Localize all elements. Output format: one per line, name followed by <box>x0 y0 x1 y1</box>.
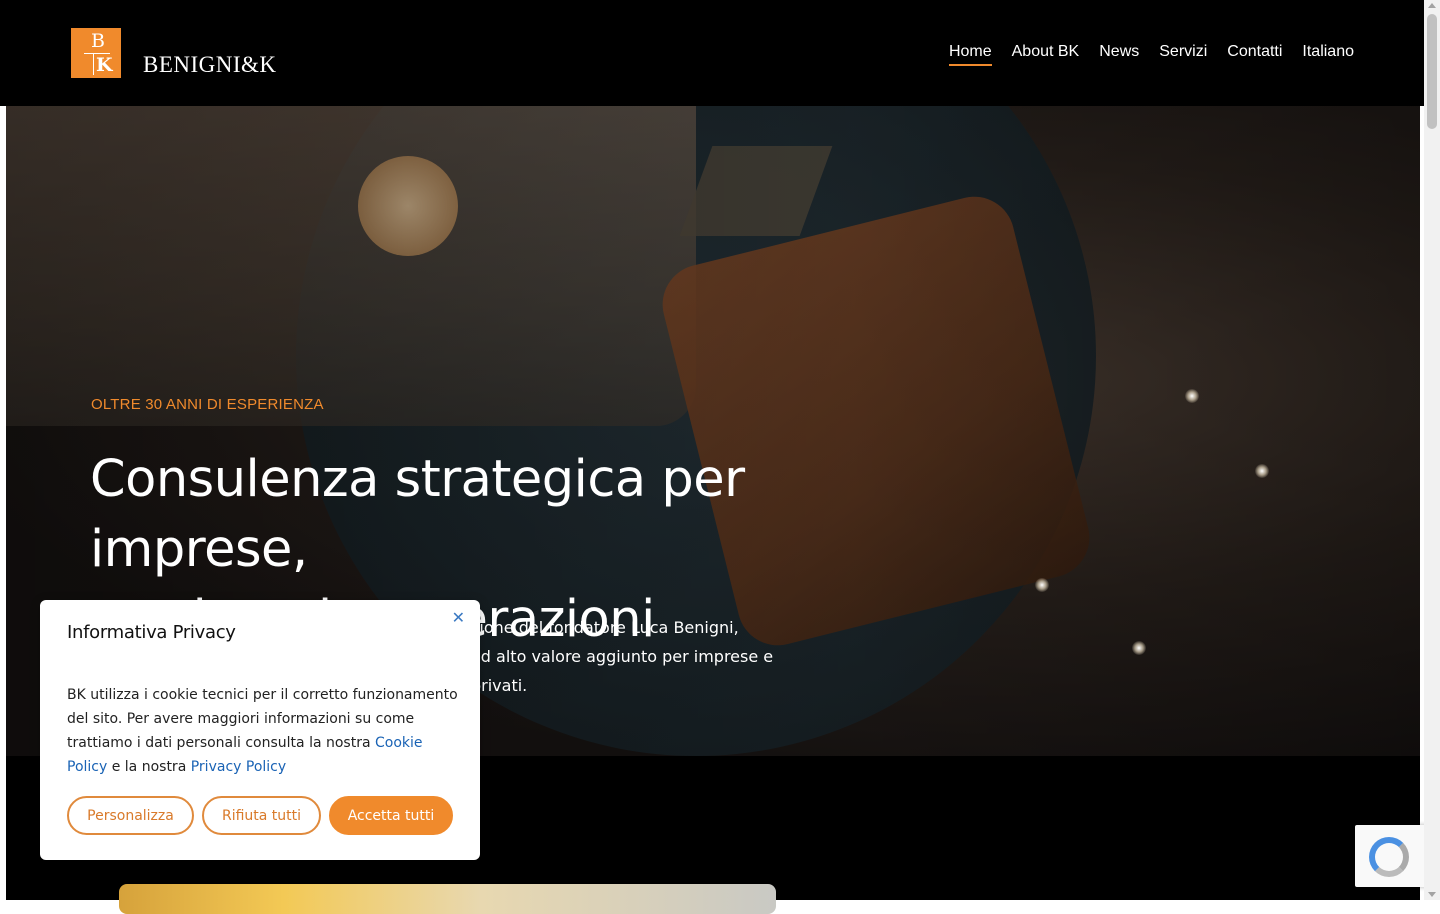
cookie-text: BK utilizza i cookie tecnici per il corr… <box>67 683 459 779</box>
scroll-thumb[interactable] <box>1427 14 1437 129</box>
hero-title-line-1: Consulenza strategica per imprese, <box>90 450 745 579</box>
scroll-up-icon[interactable] <box>1428 3 1436 8</box>
brand-logo[interactable]: B K BENIGNI&K <box>71 28 277 78</box>
page-scrollbar[interactable] <box>1424 0 1440 900</box>
cookie-title: Informativa Privacy <box>67 622 236 643</box>
recaptcha-icon <box>1369 837 1409 877</box>
nav-item-about[interactable]: About BK <box>1012 43 1080 66</box>
cookie-text-part-2: e la nostra <box>107 759 191 775</box>
nav-item-language[interactable]: Italiano <box>1302 43 1354 66</box>
logo-letter-b: B <box>91 30 105 52</box>
nav-item-news[interactable]: News <box>1099 43 1139 66</box>
reject-all-button[interactable]: Rifiuta tutti <box>202 796 321 835</box>
accept-all-button[interactable]: Accetta tutti <box>329 796 453 835</box>
cookie-actions: Personalizza Rifiuta tutti Accetta tutti <box>67 796 453 835</box>
main-nav: Home About BK News Servizi Contatti Ital… <box>948 43 1354 66</box>
scroll-down-icon[interactable] <box>1428 892 1436 897</box>
site-header: B K BENIGNI&K Home About BK News Servizi… <box>0 0 1424 106</box>
privacy-policy-link[interactable]: Privacy Policy <box>191 759 286 775</box>
logo-mark-icon: B K <box>71 28 121 78</box>
brand-name: BENIGNI&K <box>143 52 277 77</box>
nav-item-home[interactable]: Home <box>948 43 992 66</box>
logo-letter-k: K <box>96 54 113 76</box>
customize-button[interactable]: Personalizza <box>67 796 194 835</box>
hero-eyebrow: OLTRE 30 ANNI DI ESPERIENZA <box>91 396 324 413</box>
nav-item-contatti[interactable]: Contatti <box>1227 43 1282 66</box>
section-image <box>119 884 776 914</box>
nav-item-servizi[interactable]: Servizi <box>1159 43 1207 66</box>
recaptcha-badge[interactable] <box>1355 825 1435 887</box>
cookie-dialog: ✕ Informativa Privacy BK utilizza i cook… <box>40 600 480 860</box>
close-icon[interactable]: ✕ <box>452 608 465 627</box>
